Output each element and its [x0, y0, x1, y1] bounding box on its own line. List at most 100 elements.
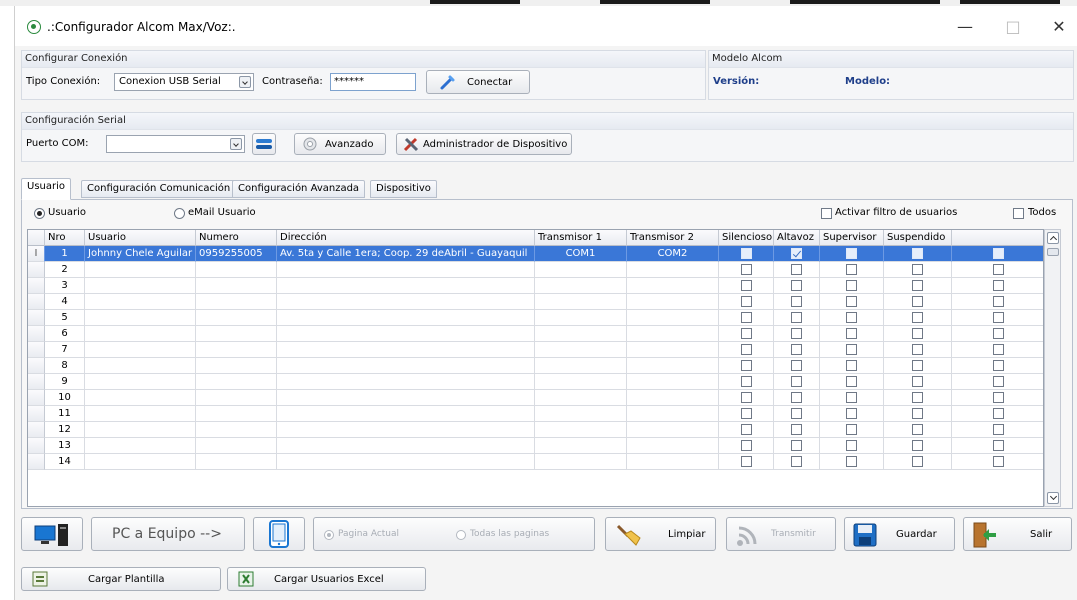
silencioso-checkbox[interactable] [741, 376, 752, 387]
table-row[interactable]: 14 [28, 454, 1043, 470]
refresh-button[interactable] [252, 133, 276, 155]
table-row[interactable]: 4 [28, 294, 1043, 310]
cell-transmisor-2[interactable] [627, 342, 719, 358]
cell-nro[interactable]: 1 [45, 246, 85, 262]
cell-transmisor-1[interactable] [535, 454, 627, 470]
row-indicator[interactable] [28, 358, 45, 374]
altavoz-checkbox[interactable] [791, 360, 802, 371]
chevron-down-icon[interactable] [239, 76, 251, 88]
cell-nro[interactable]: 3 [45, 278, 85, 294]
extra-checkbox[interactable] [993, 344, 1004, 355]
altavoz-checkbox[interactable] [791, 408, 802, 419]
cell-usuario[interactable] [85, 342, 196, 358]
pagina-actual-radio[interactable] [324, 530, 334, 540]
extra-checkbox[interactable] [993, 392, 1004, 403]
cell-usuario[interactable] [85, 454, 196, 470]
tab-dispositivo[interactable]: Dispositivo [370, 180, 437, 198]
table-row[interactable]: 13 [28, 438, 1043, 454]
usuario-radio[interactable] [34, 208, 45, 219]
tab-configuracion-avanzada[interactable]: Configuración Avanzada [232, 180, 366, 198]
column-header-direccion[interactable]: Dirección [277, 230, 535, 246]
extra-checkbox[interactable] [993, 408, 1004, 419]
cell-nro[interactable]: 6 [45, 326, 85, 342]
cell-usuario[interactable] [85, 406, 196, 422]
extra-checkbox[interactable] [993, 296, 1004, 307]
supervisor-checkbox[interactable] [846, 280, 857, 291]
suspendido-checkbox[interactable] [912, 312, 923, 323]
cell-direccion[interactable] [277, 358, 535, 374]
cell-transmisor-2[interactable] [627, 278, 719, 294]
cell-direccion[interactable] [277, 278, 535, 294]
cell-transmisor-2[interactable] [627, 438, 719, 454]
cell-direccion[interactable] [277, 454, 535, 470]
altavoz-checkbox[interactable] [791, 264, 802, 275]
altavoz-checkbox[interactable] [791, 440, 802, 451]
cell-direccion[interactable] [277, 438, 535, 454]
cargar-plantilla-button[interactable]: Cargar Plantilla [21, 567, 221, 591]
supervisor-checkbox[interactable] [846, 312, 857, 323]
altavoz-checkbox[interactable] [791, 456, 802, 467]
extra-checkbox[interactable] [993, 312, 1004, 323]
silencioso-checkbox[interactable] [741, 392, 752, 403]
cell-numero[interactable] [196, 310, 277, 326]
extra-checkbox[interactable] [993, 424, 1004, 435]
guardar-button[interactable]: Guardar [844, 517, 955, 551]
supervisor-checkbox[interactable] [846, 440, 857, 451]
silencioso-checkbox[interactable] [741, 408, 752, 419]
cargar-usuarios-excel-button[interactable]: Cargar Usuarios Excel [227, 567, 426, 591]
altavoz-checkbox[interactable] [791, 280, 802, 291]
chevron-down-icon[interactable] [230, 138, 242, 150]
cell-transmisor-1[interactable] [535, 310, 627, 326]
cell-usuario[interactable] [85, 262, 196, 278]
cell-direccion[interactable] [277, 390, 535, 406]
altavoz-checkbox[interactable] [791, 424, 802, 435]
cell-nro[interactable]: 11 [45, 406, 85, 422]
silencioso-checkbox[interactable] [741, 456, 752, 467]
extra-checkbox[interactable] [993, 376, 1004, 387]
altavoz-checkbox[interactable] [791, 344, 802, 355]
table-vertical-scrollbar[interactable] [1044, 229, 1061, 507]
altavoz-checkbox[interactable] [791, 392, 802, 403]
column-header-transmisor-1[interactable]: Transmisor 1 [535, 230, 627, 246]
row-indicator[interactable] [28, 278, 45, 294]
cell-direccion[interactable] [277, 326, 535, 342]
suspendido-checkbox[interactable] [912, 360, 923, 371]
scroll-up-button[interactable] [1047, 232, 1059, 244]
row-indicator[interactable] [28, 438, 45, 454]
row-indicator[interactable]: I [28, 246, 45, 262]
cell-numero[interactable] [196, 262, 277, 278]
supervisor-checkbox[interactable] [846, 328, 857, 339]
cell-transmisor-2[interactable] [627, 310, 719, 326]
column-header-transmisor-2[interactable]: Transmisor 2 [627, 230, 719, 246]
cell-transmisor-2[interactable] [627, 374, 719, 390]
extra-checkbox[interactable] [993, 248, 1004, 259]
table-row[interactable]: 11 [28, 406, 1043, 422]
suspendido-checkbox[interactable] [912, 376, 923, 387]
cell-numero[interactable] [196, 278, 277, 294]
altavoz-checkbox[interactable] [791, 296, 802, 307]
cell-nro[interactable]: 14 [45, 454, 85, 470]
cell-transmisor-2[interactable]: COM2 [627, 246, 719, 262]
cell-direccion[interactable]: Av. 5ta y Calle 1era; Coop. 29 deAbril -… [277, 246, 535, 262]
cell-usuario[interactable] [85, 438, 196, 454]
pc-a-equipo-button[interactable]: PC a Equipo --> [91, 517, 245, 551]
silencioso-checkbox[interactable] [741, 328, 752, 339]
silencioso-checkbox[interactable] [741, 360, 752, 371]
table-row[interactable]: 6 [28, 326, 1043, 342]
cell-usuario[interactable]: Johnny Chele Aguilar [85, 246, 196, 262]
supervisor-checkbox[interactable] [846, 264, 857, 275]
cell-transmisor-2[interactable] [627, 262, 719, 278]
altavoz-checkbox[interactable] [791, 328, 802, 339]
cell-direccion[interactable] [277, 294, 535, 310]
table-row[interactable]: 12 [28, 422, 1043, 438]
column-header-silencioso[interactable]: Silencioso [719, 230, 774, 246]
extra-checkbox[interactable] [993, 360, 1004, 371]
cell-usuario[interactable] [85, 326, 196, 342]
row-indicator[interactable] [28, 390, 45, 406]
row-indicator[interactable] [28, 262, 45, 278]
cell-nro[interactable]: 2 [45, 262, 85, 278]
cell-transmisor-2[interactable] [627, 294, 719, 310]
cell-direccion[interactable] [277, 406, 535, 422]
cell-nro[interactable]: 10 [45, 390, 85, 406]
cell-transmisor-2[interactable] [627, 326, 719, 342]
